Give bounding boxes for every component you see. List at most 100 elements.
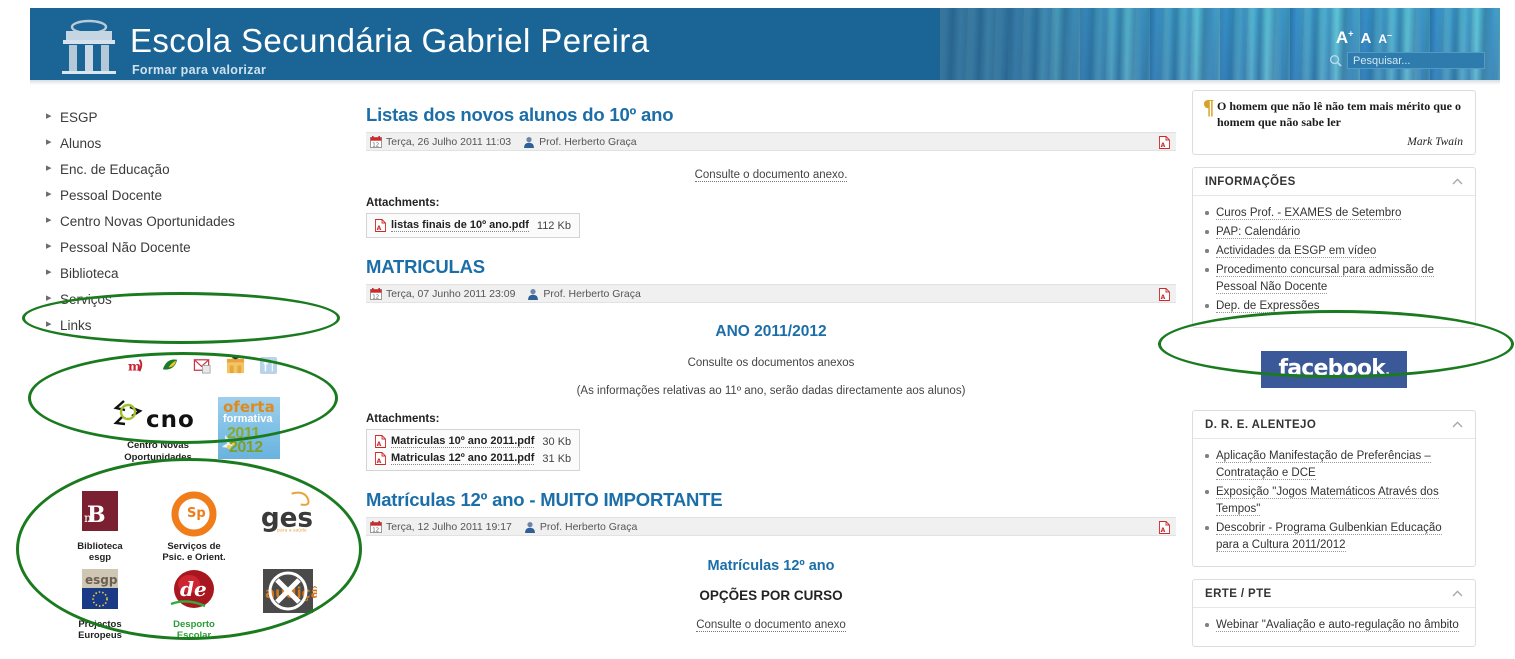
main-menu: ESGP Alunos Enc. de Educação Pessoal Doc… (44, 104, 344, 338)
biblioteca-esgp-logo[interactable]: B n Biblioteca esgp (56, 490, 144, 564)
logo-caption: Serviços de Psic. e Orient. (162, 540, 226, 564)
font-size-decrease-button[interactable]: A– (1378, 30, 1392, 46)
logo-caption: Projectos Europeus (78, 618, 122, 641)
list-item: Webinar "Avaliação e auto-regulação no â… (1205, 617, 1463, 634)
attachment-row[interactable]: A listas finais de 10º ano.pdf 112 Kb (373, 217, 573, 234)
pdf-icon[interactable]: A (1159, 521, 1170, 534)
article-date: Terça, 26 Julho 2011 11:03 (386, 135, 512, 148)
article-title[interactable]: MATRICULAS (366, 256, 1176, 278)
chevron-up-icon[interactable] (1452, 590, 1463, 597)
sidebar-item-pessoal-nao-docente[interactable]: Pessoal Não Docente (44, 234, 344, 260)
oferta-formativa-banner[interactable]: oferta formativa 2011 2012 (218, 397, 280, 459)
attachment-name[interactable]: Matriculas 12º ano 2011.pdf (391, 452, 535, 465)
calendar-icon: 12 (370, 287, 382, 300)
svg-text:12: 12 (372, 527, 379, 533)
logo-caption: Desporto Escolar (173, 618, 215, 641)
attachment-name[interactable]: Matriculas 10º ano 2011.pdf (391, 435, 535, 448)
site-title: Escola Secundária Gabriel Pereira (130, 22, 650, 59)
sidebar-item-enc-educacao[interactable]: Enc. de Educação (44, 156, 344, 182)
article-date: Terça, 07 Junho 2011 23:09 (386, 287, 516, 300)
module-link[interactable]: Actividades da ESGP em vídeo (1216, 245, 1377, 259)
moodle-icon[interactable]: m (127, 356, 146, 375)
article-meta: 12 Terça, 07 Junho 2011 23:09 Prof. Herb… (366, 284, 1176, 303)
desporto-escolar-logo[interactable]: de Desporto Escolar (150, 568, 238, 642)
calendar-icon: 12 (370, 135, 382, 148)
biblioteca-book-icon: B n (82, 490, 118, 531)
pdf-icon[interactable]: A (1159, 136, 1170, 149)
right-sidebar: ¶ O homem que não lê não tem mais mérito… (1192, 90, 1476, 659)
leaf-eco-escolas-icon[interactable] (160, 356, 179, 375)
svg-text:12: 12 (372, 142, 379, 148)
article: Matrículas 12º ano - MUITO IMPORTANTE 12… (366, 489, 1176, 632)
auticao-logo[interactable]: audição (244, 568, 332, 642)
attachment-size: 30 Kb (542, 435, 572, 448)
cno-banner-row: cno Centro Novas Oportunidades oferta fo… (44, 397, 344, 464)
cno-banner[interactable]: cno Centro Novas Oportunidades (108, 397, 208, 464)
chevron-up-icon[interactable] (1452, 178, 1463, 185)
list-item: PAP: Calendário (1205, 224, 1463, 241)
list-item: Dep. de Expressões (1205, 298, 1463, 315)
module-link[interactable]: Webinar "Avaliação e auto-regulação no â… (1216, 619, 1459, 633)
article: Listas dos novos alunos do 10º ano 12 Te… (366, 104, 1176, 238)
search-input[interactable] (1347, 52, 1485, 69)
module-link[interactable]: PAP: Calendário (1216, 226, 1301, 240)
auticao-cross-icon: audição (263, 568, 331, 613)
article-title[interactable]: Listas dos novos alunos do 10º ano (366, 104, 1176, 126)
attachment-size: 112 Kb (536, 219, 571, 232)
module-link[interactable]: Curos Prof. - EXAMES de Setembro (1216, 207, 1402, 221)
article-author: Prof. Herberto Graça (539, 135, 637, 148)
sidebar-item-esgp[interactable]: ESGP (44, 104, 344, 130)
module-link[interactable]: Dep. de Expressões (1216, 300, 1320, 314)
sidebar-item-pessoal-docente[interactable]: Pessoal Docente (44, 182, 344, 208)
sidebar-item-alunos[interactable]: Alunos (44, 130, 344, 156)
font-size-increase-button[interactable]: A+ (1336, 28, 1354, 48)
module-link[interactable]: Exposição "Jogos Matemáticos Através dos… (1216, 486, 1439, 517)
header-shadow (30, 80, 1500, 85)
sidebar-item-biblioteca[interactable]: Biblioteca (44, 260, 344, 286)
sidebar-item-servicos[interactable]: Serviços (44, 286, 344, 312)
module-title: D. R. E. ALENTEJO (1205, 418, 1317, 431)
module-link[interactable]: Procedimento concursal para admissão de … (1216, 264, 1434, 295)
chevron-up-icon[interactable] (1452, 421, 1463, 428)
list-item: Aplicação Manifestação de Preferências –… (1205, 448, 1463, 482)
webmail-icon[interactable] (193, 356, 212, 375)
module-link[interactable]: Descobrir - Programa Gulbenkian Educação… (1216, 522, 1442, 553)
cno-logo-text: cno (146, 407, 195, 433)
svg-text:n: n (84, 511, 92, 525)
module-title: ERTE / PTE (1205, 587, 1272, 600)
module-title: INFORMAÇÕES (1205, 175, 1296, 188)
projectos-europeus-logo[interactable]: esgp Projectos Europeus (56, 568, 144, 642)
article-author: Prof. Herberto Graça (543, 287, 641, 300)
quote-module: ¶ O homem que não lê não tem mais mérito… (1192, 90, 1476, 156)
sidebar-item-centro-novas-oportunidades[interactable]: Centro Novas Oportunidades (44, 208, 344, 234)
article-note: (As informações relativas ao 11º ano, se… (576, 385, 966, 397)
module-link[interactable]: Aplicação Manifestação de Preferências –… (1216, 450, 1431, 481)
quote-text: ¶ O homem que não lê não tem mais mérito… (1203, 95, 1461, 129)
facebook-button[interactable]: facebook. (1261, 350, 1407, 388)
ges-logo[interactable]: ges para a saúde (244, 490, 332, 564)
sidebar-item-links[interactable]: Links (44, 312, 344, 338)
cno-logo-icon: cno (113, 400, 195, 433)
article-date: Terça, 12 Julho 2011 19:17 (386, 520, 512, 533)
article-subheading: Matrículas 12º ano (707, 558, 835, 574)
article-title[interactable]: Matrículas 12º ano - MUITO IMPORTANTE (366, 489, 1176, 511)
module-header: D. R. E. ALENTEJO (1193, 411, 1475, 440)
svg-text:12: 12 (372, 294, 379, 300)
list-item: Procedimento concursal para admissão de … (1205, 262, 1463, 296)
ges-text-icon: ges para a saúde (261, 491, 313, 533)
graduation-shop-icon[interactable] (226, 356, 245, 375)
main-content: Listas dos novos alunos do 10º ano 12 Te… (366, 104, 1176, 649)
attachment-row[interactable]: A Matriculas 10º ano 2011.pdf 30 Kb (373, 433, 573, 450)
oferta-line4: 2012 (229, 439, 263, 456)
attachment-name[interactable]: listas finais de 10º ano.pdf (391, 219, 529, 232)
pdf-icon[interactable]: A (1159, 288, 1170, 301)
search-icon[interactable] (1329, 54, 1342, 67)
servicos-psicologia-logo[interactable]: Sp Serviços de Psic. e Orient. (150, 490, 238, 564)
list-item: Exposição "Jogos Matemáticos Através dos… (1205, 484, 1463, 518)
school-logo-icon[interactable] (58, 18, 120, 74)
partner-logos-grid: B n Biblioteca esgp Sp Serviços de Psic.… (44, 490, 344, 642)
attachment-row[interactable]: A Matriculas 12º ano 2011.pdf 31 Kb (373, 450, 573, 467)
pdf-icon: A (375, 435, 386, 448)
cutlery-cantina-icon[interactable] (259, 356, 278, 375)
font-size-reset-button[interactable]: A (1360, 30, 1371, 47)
